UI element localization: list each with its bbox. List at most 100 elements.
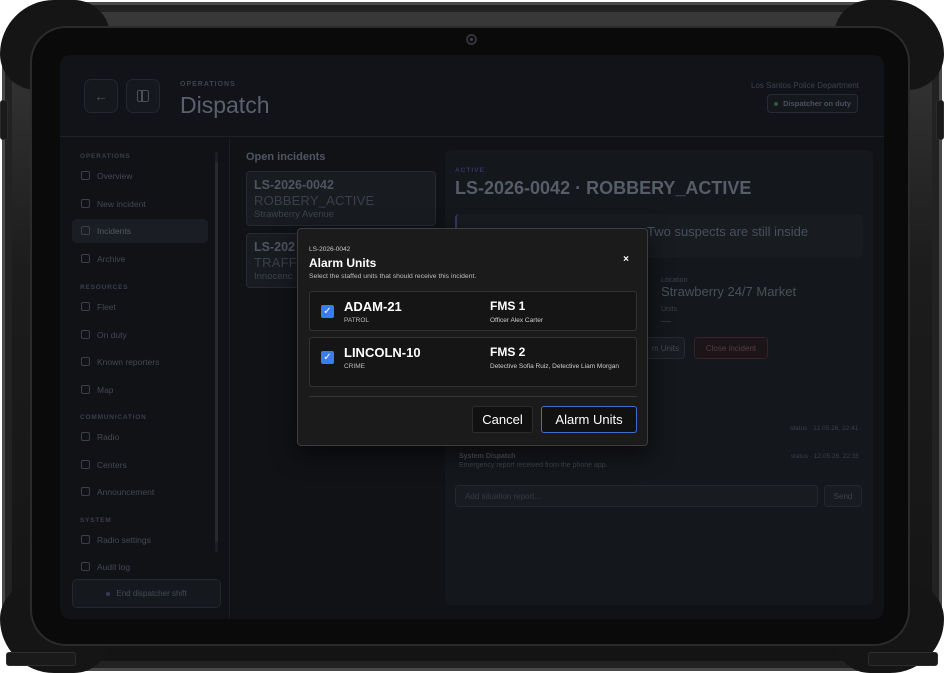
log-entry: System Dispatch Emergency report receive… (459, 453, 859, 469)
sidebar-item-label: Incidents (97, 226, 132, 236)
megaphone-icon (81, 487, 90, 496)
sidebar-item-on-duty[interactable]: On duty (72, 323, 208, 347)
page-title: Dispatch (180, 92, 270, 118)
unit-fms-status: FMS 2 (490, 345, 526, 359)
unit-crew: Officer Alex Carter (490, 317, 543, 324)
log-icon (81, 562, 90, 571)
sidebar-scrollbar[interactable] (215, 152, 218, 552)
dialog-incident-id: LS-2026-0042 (309, 246, 351, 253)
header-eyebrow: OPERATIONS (180, 81, 236, 88)
side-button (0, 100, 8, 140)
unit-fms-status: FMS 1 (490, 299, 526, 313)
incident-location: Strawberry Avenue (254, 209, 335, 220)
alarm-units-dialog: LS-2026-0042 Alarm Units Select the staf… (297, 228, 648, 446)
sidebar-item-map[interactable]: Map (72, 378, 208, 402)
sidebar-item-label: Overview (97, 171, 133, 181)
incident-card[interactable]: LS-2026-0042 ROBBERY_ACTIVE Strawberry A… (246, 171, 436, 226)
tower-icon (81, 460, 90, 469)
close-icon[interactable]: × (623, 254, 629, 265)
sidebar-item-label: Centers (97, 460, 127, 470)
sidebar-item-label: Known reporters (97, 357, 160, 367)
sidebar-item-overview[interactable]: Overview (72, 164, 208, 188)
section-resources: RESOURCES (80, 284, 129, 291)
sidebar-icon (137, 90, 149, 102)
arrow-left-icon: ← (94, 88, 108, 104)
sidebar-item-centers[interactable]: Centers (72, 453, 208, 477)
sidebar-item-archive[interactable]: Archive (72, 247, 208, 271)
log-timestamp: status · 12.05.26, 22:41 (790, 425, 859, 432)
unit-option[interactable]: ✓ LINCOLN-10 CRIME FMS 2 Detective Sofia… (309, 337, 637, 387)
sidebar-item-audit-log[interactable]: Audit log (72, 555, 208, 579)
incident-list-title: Open incidents (246, 151, 326, 163)
close-incident-button[interactable]: Close incident (694, 337, 768, 359)
unit-type: PATROL (344, 317, 370, 324)
camera-icon (466, 34, 477, 45)
sidebar-item-label: Audit log (97, 562, 131, 572)
log-timestamp: status · 12.05.26, 22:35 (790, 453, 859, 460)
radio-icon (81, 432, 90, 441)
map-icon (81, 385, 90, 394)
users-icon (81, 330, 90, 339)
dialog-subtitle: Select the staffed units that should rec… (309, 273, 477, 280)
dialog-divider (309, 396, 637, 397)
units-value: — (661, 316, 671, 327)
unit-type: CRIME (344, 363, 365, 370)
back-button[interactable]: ← (84, 79, 118, 113)
sidebar-item-label: Announcement (97, 487, 155, 497)
unit-crew: Detective Sofia Ruiz, Detective Liam Mor… (490, 363, 619, 370)
send-button[interactable]: Send (824, 485, 862, 507)
app-header: ← OPERATIONS Dispatch Los Santos Police … (60, 55, 884, 137)
location-value: Strawberry 24/7 Market (661, 284, 797, 299)
sidebar-item-incidents[interactable]: Incidents (72, 219, 208, 243)
situation-report-input[interactable]: Add situation report... (455, 485, 818, 507)
toggle-sidebar-button[interactable] (126, 79, 160, 113)
alarm-units-confirm-button[interactable]: Alarm Units (541, 406, 637, 433)
incident-id: LS-2026-0042 (254, 178, 334, 192)
sidebar-item-known-reporters[interactable]: Known reporters (72, 350, 208, 374)
sliders-icon (81, 535, 90, 544)
sidebar-item-label: Radio (97, 432, 120, 442)
department-name: Los Santos Police Department (750, 81, 859, 90)
unit-option[interactable]: ✓ ADAM-21 PATROL FMS 1 Officer Alex Cart… (309, 291, 637, 331)
alarm-units-button[interactable]: m Units (643, 337, 685, 359)
sidebar-item-announcement[interactable]: Announcement (72, 480, 208, 504)
log-text: Emergency report received from the phone… (459, 462, 608, 469)
location-label: Location (661, 277, 688, 284)
sidebar-item-radio-settings[interactable]: Radio settings (72, 528, 208, 552)
incident-title: LS-2026-0042 · ROBBERY_ACTIVE (455, 178, 752, 198)
incident-status: ACTIVE (455, 167, 485, 174)
cancel-button[interactable]: Cancel (472, 406, 533, 433)
scrollbar-thumb[interactable] (215, 162, 218, 542)
section-system: SYSTEM (80, 517, 112, 524)
dialog-title: Alarm Units (309, 256, 377, 270)
unit-checkbox[interactable]: ✓ (321, 305, 334, 318)
side-button (936, 100, 944, 140)
bottom-button (6, 652, 76, 666)
alert-icon (81, 226, 90, 235)
sidebar-item-label: Radio settings (97, 535, 151, 545)
status-badge: Dispatcher on duty (767, 94, 858, 113)
unit-checkbox[interactable]: ✓ (321, 351, 334, 364)
grid-icon (81, 171, 90, 180)
sidebar-item-label: On duty (97, 330, 127, 340)
sidebar-item-label: New incident (97, 199, 146, 209)
sidebar-item-label: Fleet (97, 302, 116, 312)
unit-name: ADAM-21 (344, 299, 402, 314)
sidebar: OPERATIONS Overview New incident Inciden… (60, 138, 230, 619)
sidebar-item-new-incident[interactable]: New incident (72, 192, 208, 216)
plus-icon (81, 199, 90, 208)
end-shift-button[interactable]: End dispatcher shift (72, 579, 221, 608)
unit-name: LINCOLN-10 (344, 345, 421, 360)
archive-icon (81, 254, 90, 263)
sidebar-item-radio[interactable]: Radio (72, 425, 208, 449)
section-operations: OPERATIONS (80, 153, 131, 160)
incident-type: ROBBERY_ACTIVE (254, 193, 375, 208)
sidebar-item-label: Map (97, 385, 114, 395)
bottom-button (868, 652, 938, 666)
units-label: Units (661, 306, 677, 313)
section-communication: COMMUNICATION (80, 414, 147, 421)
contact-icon (81, 357, 90, 366)
car-icon (81, 302, 90, 311)
sidebar-item-label: Archive (97, 254, 126, 264)
sidebar-item-fleet[interactable]: Fleet (72, 295, 208, 319)
